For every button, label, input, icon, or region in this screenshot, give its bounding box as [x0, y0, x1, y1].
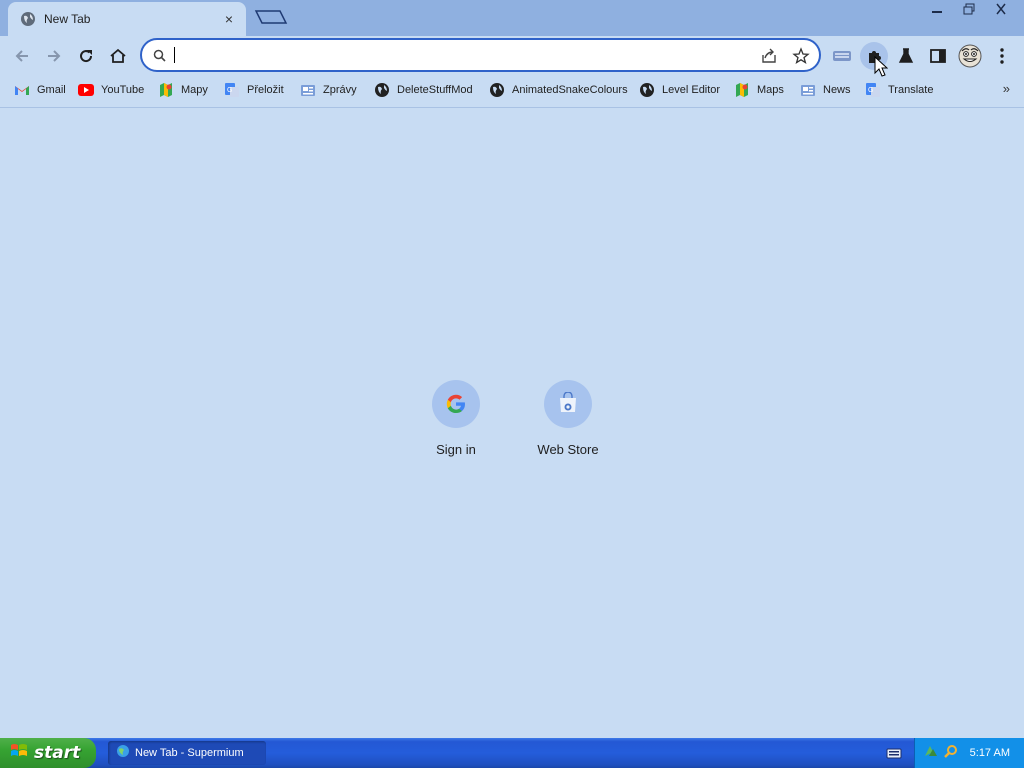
new-tab-button[interactable]: [252, 6, 290, 28]
shortcut-label: Web Store: [537, 442, 599, 457]
kebab-menu-icon: [1000, 48, 1004, 64]
bookmark-deletestuffmod[interactable]: DeleteStuffMod: [374, 80, 473, 100]
bookmark-gmail[interactable]: Gmail: [14, 80, 66, 100]
google-icon: [432, 380, 480, 428]
bookmark-label: Přeložit: [247, 84, 284, 96]
news-icon: [800, 82, 816, 98]
bookmark-label: Level Editor: [662, 84, 721, 96]
close-window-button[interactable]: [986, 0, 1016, 18]
bookmark-mapy[interactable]: Mapy: [158, 80, 208, 100]
reload-icon: [80, 50, 93, 63]
bookmark-star-icon[interactable]: [792, 47, 810, 65]
news-icon: [300, 82, 316, 98]
bookmark-prelozit[interactable]: G Přeložit: [224, 80, 284, 100]
bookmarks-bar: Gmail YouTube Mapy G Přeložit Zprávy Del…: [0, 78, 1024, 102]
tab-close-icon[interactable]: ×: [220, 10, 238, 28]
keyboard-language-icon[interactable]: [886, 745, 902, 761]
toolbar: [0, 36, 1024, 77]
minimize-button[interactable]: [922, 0, 952, 18]
back-arrow-icon: [15, 50, 28, 62]
taskbar-item-supermium[interactable]: New Tab - Supermium: [108, 741, 266, 765]
keyboard-extension-icon: [833, 51, 851, 61]
bookmark-zpravy[interactable]: Zprávy: [300, 80, 357, 100]
bookmark-label: Maps: [757, 84, 784, 96]
globe-icon: [639, 82, 655, 98]
bookmarks-overflow-chevron-icon[interactable]: »: [1003, 81, 1010, 96]
bookmark-maps[interactable]: Maps: [734, 80, 784, 100]
tab-strip: New Tab ×: [0, 0, 1024, 36]
start-button[interactable]: start: [0, 738, 96, 768]
share-icon[interactable]: [760, 47, 778, 65]
side-panel-button[interactable]: [924, 42, 952, 70]
bookmark-label: DeleteStuffMod: [397, 84, 473, 96]
search-tray-icon[interactable]: [943, 743, 959, 764]
start-label: start: [34, 743, 81, 763]
flask-icon: [898, 48, 914, 63]
svg-text:G: G: [868, 87, 873, 94]
gmail-icon: [14, 82, 30, 98]
home-icon: [110, 48, 126, 63]
shortcut-label: Sign in: [436, 442, 476, 457]
translate-icon: G: [224, 82, 240, 98]
globe-icon: [489, 82, 505, 98]
bookmark-news[interactable]: News: [800, 80, 851, 100]
menu-button[interactable]: [988, 42, 1016, 70]
back-button[interactable]: [8, 42, 36, 70]
bookmark-label: Zprávy: [323, 84, 357, 96]
globe-icon: [374, 82, 390, 98]
profile-button[interactable]: [956, 42, 984, 70]
bookmark-label: Translate: [888, 84, 934, 96]
reload-button[interactable]: [72, 42, 100, 70]
tab-title: New Tab: [44, 12, 91, 26]
toolbar-divider: [0, 107, 1024, 108]
windows-flag-icon: [10, 742, 28, 765]
shortcut-sign-in[interactable]: Sign in: [400, 380, 512, 464]
bookmark-animatedsnakecolours[interactable]: AnimatedSnakeColours: [489, 80, 628, 100]
web-store-icon: [544, 380, 592, 428]
search-icon: [152, 48, 168, 64]
extension-button-1[interactable]: [828, 42, 856, 70]
avatar-icon: [958, 44, 982, 68]
bookmark-level-editor[interactable]: Level Editor: [639, 80, 720, 100]
taskbar: start New Tab - Supermium 5:17 AM: [0, 738, 1024, 768]
window-controls: [922, 0, 1016, 18]
maps-icon: [158, 82, 174, 98]
system-tray: 5:17 AM: [914, 738, 1024, 768]
clock: 5:17 AM: [969, 747, 1010, 759]
network-tray-icon[interactable]: [923, 743, 939, 764]
address-bar[interactable]: [140, 38, 821, 72]
address-input[interactable]: [172, 46, 752, 66]
bookmark-label: News: [823, 84, 851, 96]
labs-button[interactable]: [892, 42, 920, 70]
supermium-icon: [116, 744, 130, 763]
bookmark-label: Gmail: [37, 84, 66, 96]
bookmark-label: Mapy: [181, 84, 208, 96]
bookmark-label: AnimatedSnakeColours: [512, 84, 628, 96]
restore-button[interactable]: [954, 0, 984, 18]
bookmark-label: YouTube: [101, 84, 145, 96]
globe-icon: [20, 11, 36, 27]
text-caret: [174, 47, 175, 63]
svg-text:G: G: [227, 87, 232, 94]
side-panel-icon: [930, 49, 946, 63]
maps-icon: [734, 82, 750, 98]
shortcut-web-store[interactable]: Web Store: [512, 380, 624, 464]
tab-new-tab[interactable]: New Tab ×: [8, 2, 246, 36]
forward-button[interactable]: [40, 42, 68, 70]
bookmark-youtube[interactable]: YouTube: [78, 80, 144, 100]
bookmark-translate[interactable]: G Translate: [865, 80, 933, 100]
home-button[interactable]: [104, 42, 132, 70]
taskbar-item-label: New Tab - Supermium: [135, 747, 244, 759]
translate-icon: G: [865, 82, 881, 98]
forward-arrow-icon: [48, 50, 61, 62]
youtube-icon: [78, 82, 94, 98]
